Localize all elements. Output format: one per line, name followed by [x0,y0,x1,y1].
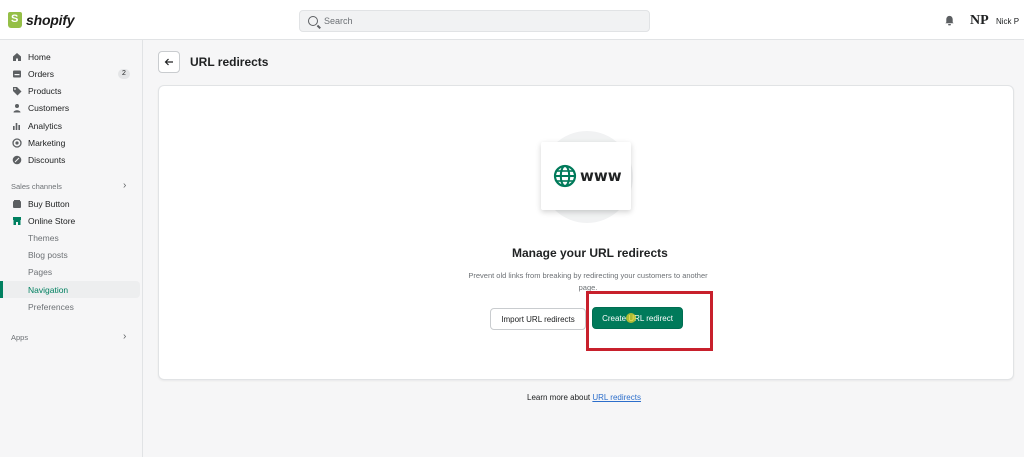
sidebar-item-discounts[interactable]: Discounts [0,151,140,168]
sidebar-subitem-preferences[interactable]: Preferences [0,298,140,315]
url-redirects-help-link[interactable]: URL redirects [592,393,641,402]
page-title: URL redirects [190,55,269,69]
bell-icon[interactable] [944,15,955,26]
sales-channels-chevron-icon[interactable]: › [123,180,126,191]
top-bar: shopify Search NP Nick P [0,0,1024,40]
target-icon [12,137,22,148]
sidebar-subitem-label: Preferences [28,301,74,312]
sidebar-item-buy-button[interactable]: Buy Button [0,195,140,212]
sidebar: Home Orders 2 Products Customers Analyti… [0,40,143,457]
sidebar-item-analytics[interactable]: Analytics [0,117,140,134]
orders-count-badge: 2 [118,68,130,79]
sidebar-item-label: Marketing [28,137,66,148]
sidebar-item-label: Analytics [28,120,63,131]
search-icon [308,16,318,26]
sidebar-item-label: Products [28,85,62,96]
sidebar-item-marketing[interactable]: Marketing [0,134,140,151]
shopify-bag-icon [8,12,22,28]
logo-text: shopify [26,12,75,28]
buy-button-icon [13,199,21,208]
sidebar-item-label: Buy Button [28,198,70,209]
sidebar-subitem-label: Pages [28,266,53,277]
sidebar-item-products[interactable]: Products [0,82,140,99]
sidebar-subitem-label: Blog posts [28,249,68,260]
bar-chart-icon [13,122,20,130]
active-indicator [0,281,3,298]
home-icon [13,52,21,61]
sidebar-subitem-navigation[interactable]: Navigation [0,281,140,298]
sidebar-subitem-label: Navigation [28,284,69,295]
discount-icon [12,155,22,164]
sidebar-subitem-blog-posts[interactable]: Blog posts [0,246,140,263]
sidebar-subitem-themes[interactable]: Themes [0,229,140,246]
apps-heading: Apps [11,333,29,342]
search-input[interactable]: Search [299,10,650,32]
sidebar-item-label: Orders [28,68,54,79]
globe-icon [553,164,577,188]
back-button[interactable] [158,51,180,73]
sidebar-subitem-label: Themes [28,232,59,243]
search-placeholder: Search [324,16,353,26]
apps-chevron-icon[interactable]: › [123,331,126,342]
annotation-highlight-box [586,291,713,351]
store-icon [13,216,21,225]
avatar[interactable]: NP [970,13,989,29]
sidebar-item-customers[interactable]: Customers [0,99,140,116]
sidebar-item-orders[interactable]: Orders 2 [0,65,140,82]
user-name[interactable]: Nick P [996,17,1019,26]
tag-icon [13,86,22,95]
sidebar-item-online-store[interactable]: Online Store [0,212,140,229]
sidebar-item-label: Home [28,51,51,62]
import-url-redirects-button[interactable]: Import URL redirects [490,308,586,330]
orders-icon [13,70,21,77]
sidebar-item-label: Customers [28,102,70,113]
footer-prefix: Learn more about [527,393,593,402]
footer-help-text: Learn more about URL redirects [527,393,641,402]
sales-channels-heading: Sales channels [11,182,62,191]
www-illustration: www [541,142,631,210]
sidebar-subitem-pages[interactable]: Pages [0,263,140,280]
sidebar-item-label: Online Store [28,215,76,226]
www-text: www [580,167,622,185]
arrow-left-icon [164,58,173,66]
shopify-logo[interactable]: shopify [8,12,75,28]
person-icon [13,103,21,112]
sidebar-item-label: Discounts [28,154,66,165]
sidebar-item-home[interactable]: Home [0,48,140,65]
empty-state-title: Manage your URL redirects [512,246,668,260]
